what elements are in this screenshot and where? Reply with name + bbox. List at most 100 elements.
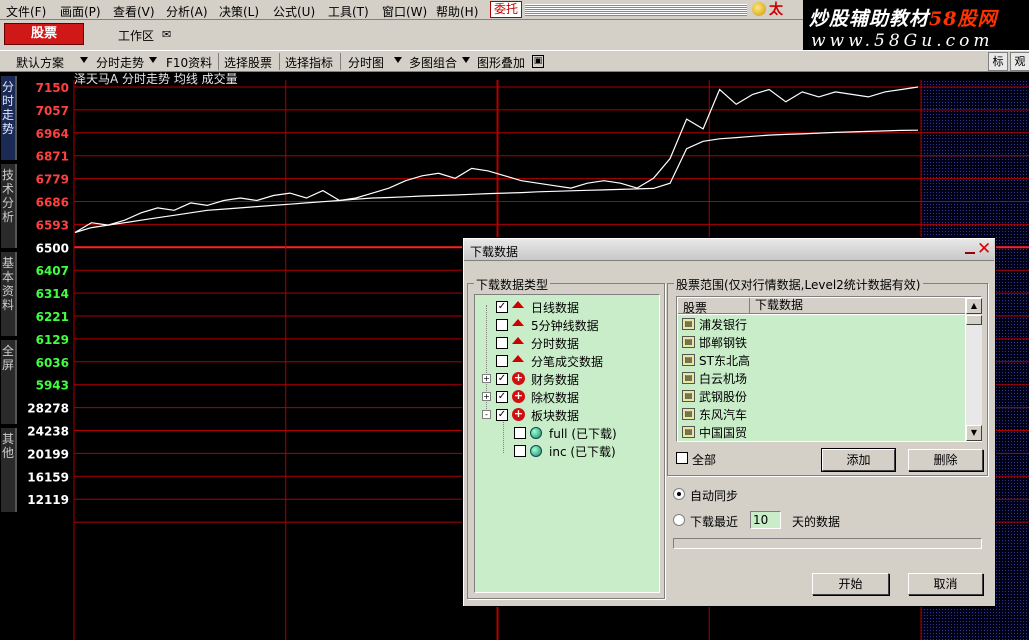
tree-item-checkbox[interactable]: ✓ [496, 409, 508, 421]
stock-list-item[interactable]: ▤ 邯郸钢铁 [682, 334, 962, 350]
toolbar-select-stock[interactable]: 选择股票 [224, 54, 272, 71]
tree-item-label: 分时数据 [531, 337, 580, 351]
stock-list-item[interactable]: ▤ 中国国贸 [682, 424, 962, 440]
price-tick-label: 7150 [36, 81, 69, 95]
tree-item[interactable]: 分笔成交数据 [475, 353, 659, 369]
mail-icon[interactable]: ✉ [162, 28, 171, 41]
watermark-title: 炒股辅助教材58股网 [809, 4, 997, 31]
toolbar-f10[interactable]: F10资料 [166, 54, 212, 71]
recent-days-radio[interactable] [673, 514, 685, 526]
chevron-down-icon[interactable] [394, 57, 402, 63]
tree-item[interactable]: + ✓ + 财务数据 [475, 371, 659, 387]
toolbar-select-indicator[interactable]: 选择指标 [285, 54, 333, 71]
menu-tools[interactable]: 工具(T) [328, 3, 369, 20]
data-type-tree: ✓ 日线数据 5分钟线数据 分时数据 分笔成交数据 + ✓ + 财务数据 + ✓ + 除权数据 - ✓ + 板块… [474, 294, 660, 593]
menu-screen[interactable]: 画面(P) [60, 3, 101, 20]
toolbar-intraday-chart[interactable]: 分时图 [348, 54, 384, 71]
menu-help[interactable]: 帮助(H) [436, 3, 478, 20]
stock-list-item[interactable]: ▤ 浦发银行 [682, 316, 962, 332]
toolbar-overlay[interactable]: 图形叠加 [477, 54, 525, 71]
tree-item[interactable]: full (已下载) [475, 425, 659, 441]
toolbar-intraday[interactable]: 分时走势 [96, 54, 144, 71]
price-tick-label: 7057 [36, 104, 69, 118]
toolbar: 默认方案 分时走势 F10资料 选择股票 选择指标 分时图 多图组合 图形叠加 … [0, 50, 1029, 72]
watermark-title-part2: 58股网 [929, 8, 998, 30]
collapse-icon[interactable]: - [482, 410, 491, 419]
tree-item-checkbox[interactable]: ✓ [496, 301, 508, 313]
stock-list-item[interactable]: ▤ ST东北高 [682, 352, 962, 368]
add-button[interactable]: 添加 [821, 448, 896, 472]
side-tab-other[interactable]: 其他 [1, 428, 17, 512]
delete-button[interactable]: 删除 [908, 449, 983, 471]
toolbar-separator [340, 53, 341, 70]
stock-name: ST东北高 [699, 354, 750, 368]
tree-item-checkbox[interactable] [514, 445, 526, 457]
tree-item[interactable]: + ✓ + 除权数据 [475, 389, 659, 405]
stock-icon: ▤ [682, 372, 695, 384]
dialog-title-bar[interactable]: 下载数据 ✕ [464, 239, 994, 261]
scroll-down-icon[interactable]: ▼ [966, 425, 982, 441]
stock-list-item[interactable]: ▤ 白云机场 [682, 370, 962, 386]
tree-item-checkbox[interactable] [496, 319, 508, 331]
menu-formula[interactable]: 公式(U) [273, 3, 315, 20]
stock-name: 武钢股份 [699, 390, 748, 404]
toolbar-view-button[interactable]: 观 [1010, 52, 1029, 71]
side-tab-fundamental[interactable]: 基本资料 [1, 252, 17, 336]
tree-item[interactable]: - ✓ + 板块数据 [475, 407, 659, 423]
expand-icon[interactable]: + [482, 392, 491, 401]
column-header-stock[interactable]: 股票 [683, 299, 707, 316]
chevron-down-icon[interactable] [80, 57, 88, 63]
menu-decision[interactable]: 决策(L) [219, 3, 259, 20]
brand-text: 太 [769, 2, 783, 18]
cancel-button[interactable]: 取消 [908, 573, 983, 595]
tree-item-checkbox[interactable]: ✓ [496, 373, 508, 385]
column-header-download[interactable]: 下载数据 [749, 298, 803, 313]
watermark-title-part1: 炒股辅助教材 [809, 8, 930, 30]
stock-icon: ▤ [682, 426, 695, 438]
start-button[interactable]: 开始 [812, 573, 889, 595]
toolbar-default-scheme[interactable]: 默认方案 [16, 54, 64, 71]
minimize-icon[interactable] [965, 245, 975, 254]
lock-icon[interactable]: ▣ [532, 55, 544, 68]
menu-window[interactable]: 窗口(W) [382, 3, 427, 20]
auto-sync-radio[interactable] [673, 488, 685, 500]
tree-item-checkbox[interactable] [496, 355, 508, 367]
expand-icon[interactable]: + [482, 374, 491, 383]
tree-item-checkbox[interactable] [496, 337, 508, 349]
tree-item[interactable]: 分时数据 [475, 335, 659, 351]
days-input[interactable] [750, 511, 781, 529]
stock-button[interactable]: 股票 [4, 23, 84, 45]
price-tick-label: 6871 [36, 150, 69, 164]
tree-item[interactable]: 5分钟线数据 [475, 317, 659, 333]
menu-view[interactable]: 查看(V) [113, 3, 155, 20]
tree-item[interactable]: ✓ 日线数据 [475, 299, 659, 315]
dialog-title: 下载数据 [470, 245, 519, 259]
title-stripes [525, 4, 747, 16]
stock-name: 白云机场 [699, 372, 748, 386]
scroll-thumb[interactable] [966, 315, 982, 325]
side-tab-intraday[interactable]: 分时走势 [1, 76, 17, 160]
price-tick-label: 6407 [36, 264, 69, 278]
chevron-down-icon[interactable] [462, 57, 470, 63]
toolbar-mark-button[interactable]: 标 [988, 52, 1008, 71]
entrust-button[interactable]: 委托 [490, 1, 522, 18]
tree-item[interactable]: inc (已下载) [475, 443, 659, 459]
stock-list-item[interactable]: ▤ 东风汽车 [682, 406, 962, 422]
stock-list-scrollbar[interactable]: ▲ ▼ [966, 298, 982, 441]
all-checkbox[interactable] [676, 452, 688, 464]
stock-list-item[interactable]: ▤ 武钢股份 [682, 388, 962, 404]
close-icon[interactable]: ✕ [977, 239, 991, 259]
red-plus-icon: + [512, 389, 525, 403]
red-up-arrow-icon [512, 355, 524, 362]
menu-analysis[interactable]: 分析(A) [166, 3, 208, 20]
chevron-down-icon[interactable] [149, 57, 157, 63]
side-tab-fullscreen[interactable]: 全屏 [1, 340, 17, 424]
toolbar-multi-chart[interactable]: 多图组合 [409, 54, 457, 71]
tree-item-label: 分笔成交数据 [531, 355, 604, 369]
side-tab-technical[interactable]: 技术分析 [1, 164, 17, 248]
work-area-label[interactable]: 工作区 [118, 27, 154, 44]
tree-item-checkbox[interactable]: ✓ [496, 391, 508, 403]
menu-file[interactable]: 文件(F) [6, 3, 46, 20]
scroll-up-icon[interactable]: ▲ [966, 298, 982, 314]
tree-item-checkbox[interactable] [514, 427, 526, 439]
